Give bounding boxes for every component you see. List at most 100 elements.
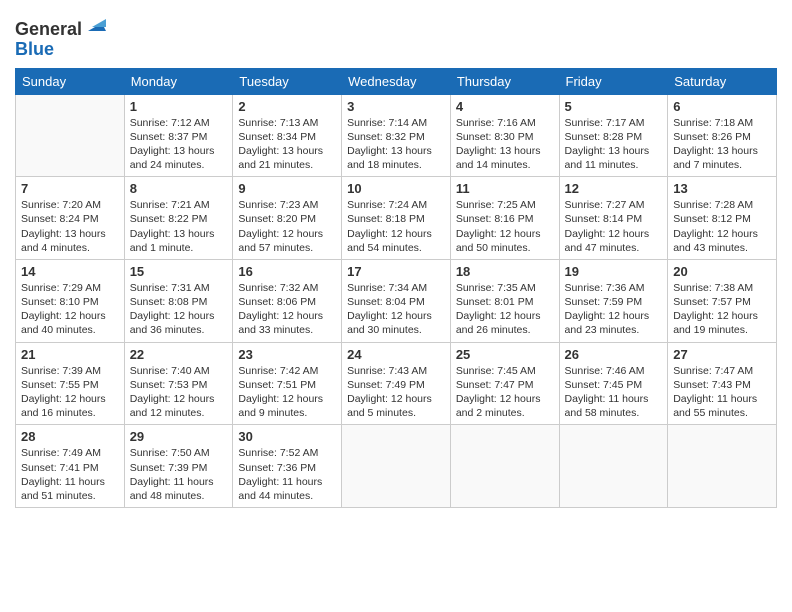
day-number: 11 <box>456 181 554 196</box>
day-number: 19 <box>565 264 663 279</box>
day-info: Sunrise: 7:32 AMSunset: 8:06 PMDaylight:… <box>238 281 336 338</box>
page-header: GeneralBlue <box>15 10 777 60</box>
day-info: Sunrise: 7:14 AMSunset: 8:32 PMDaylight:… <box>347 116 445 173</box>
calendar-cell: 26 Sunrise: 7:46 AMSunset: 7:45 PMDayligh… <box>559 342 668 425</box>
day-number: 26 <box>565 347 663 362</box>
calendar-cell: 29 Sunrise: 7:50 AMSunset: 7:39 PMDayligh… <box>124 425 233 508</box>
day-info: Sunrise: 7:18 AMSunset: 8:26 PMDaylight:… <box>673 116 771 173</box>
calendar-cell <box>559 425 668 508</box>
day-number: 18 <box>456 264 554 279</box>
day-info: Sunrise: 7:27 AMSunset: 8:14 PMDaylight:… <box>565 198 663 255</box>
calendar-cell: 16Sunrise: 7:32 AMSunset: 8:06 PMDayligh… <box>233 259 342 342</box>
col-header-saturday: Saturday <box>668 68 777 94</box>
day-info: Sunrise: 7:25 AMSunset: 8:16 PMDaylight:… <box>456 198 554 255</box>
calendar-cell: 17 Sunrise: 7:34 AMSunset: 8:04 PMDayligh… <box>342 259 451 342</box>
logo-blue: Blue <box>15 39 54 59</box>
day-info: Sunrise: 7:38 AMSunset: 7:57 PMDaylight:… <box>673 281 771 338</box>
calendar-cell <box>342 425 451 508</box>
col-header-tuesday: Tuesday <box>233 68 342 94</box>
day-number: 14 <box>21 264 119 279</box>
day-number: 23 <box>238 347 336 362</box>
calendar-week-4: 21 Sunrise: 7:39 AMSunset: 7:55 PMDayligh… <box>16 342 777 425</box>
day-number: 27 <box>673 347 771 362</box>
day-info: Sunrise: 7:24 AMSunset: 8:18 PMDaylight:… <box>347 198 445 255</box>
calendar-table: SundayMondayTuesdayWednesdayThursdayFrid… <box>15 68 777 508</box>
day-info: Sunrise: 7:39 AMSunset: 7:55 PMDaylight:… <box>21 364 119 421</box>
calendar-cell <box>668 425 777 508</box>
day-info: Sunrise: 7:35 AMSunset: 8:01 PMDaylight:… <box>456 281 554 338</box>
calendar-cell: 21 Sunrise: 7:39 AMSunset: 7:55 PMDayligh… <box>16 342 125 425</box>
calendar-cell: 10 Sunrise: 7:24 AMSunset: 8:18 PMDayligh… <box>342 177 451 260</box>
day-info: Sunrise: 7:34 AMSunset: 8:04 PMDaylight:… <box>347 281 445 338</box>
day-info: Sunrise: 7:52 AMSunset: 7:36 PMDaylight:… <box>238 446 336 503</box>
day-info: Sunrise: 7:17 AMSunset: 8:28 PMDaylight:… <box>565 116 663 173</box>
calendar-cell: 4Sunrise: 7:16 AMSunset: 8:30 PMDaylight… <box>450 94 559 177</box>
calendar-cell <box>16 94 125 177</box>
calendar-cell: 23 Sunrise: 7:42 AMSunset: 7:51 PMDayligh… <box>233 342 342 425</box>
day-number: 24 <box>347 347 445 362</box>
day-info: Sunrise: 7:12 AMSunset: 8:37 PMDaylight:… <box>130 116 228 173</box>
calendar-cell: 24 Sunrise: 7:43 AMSunset: 7:49 PMDayligh… <box>342 342 451 425</box>
day-number: 8 <box>130 181 228 196</box>
day-info: Sunrise: 7:46 AMSunset: 7:45 PMDaylight:… <box>565 364 663 421</box>
day-number: 28 <box>21 429 119 444</box>
day-info: Sunrise: 7:42 AMSunset: 7:51 PMDaylight:… <box>238 364 336 421</box>
calendar-cell: 11 Sunrise: 7:25 AMSunset: 8:16 PMDayligh… <box>450 177 559 260</box>
day-info: Sunrise: 7:20 AMSunset: 8:24 PMDaylight:… <box>21 198 119 255</box>
day-number: 20 <box>673 264 771 279</box>
calendar-week-1: 1 Sunrise: 7:12 AMSunset: 8:37 PMDaylight… <box>16 94 777 177</box>
logo-general: General <box>15 19 82 39</box>
logo-icon <box>84 13 106 35</box>
calendar-cell: 14 Sunrise: 7:29 AMSunset: 8:10 PMDayligh… <box>16 259 125 342</box>
calendar-cell: 13Sunrise: 7:28 AMSunset: 8:12 PMDayligh… <box>668 177 777 260</box>
col-header-thursday: Thursday <box>450 68 559 94</box>
day-number: 2 <box>238 99 336 114</box>
col-header-sunday: Sunday <box>16 68 125 94</box>
calendar-cell: 5 Sunrise: 7:17 AMSunset: 8:28 PMDaylight… <box>559 94 668 177</box>
calendar-cell: 2 Sunrise: 7:13 AMSunset: 8:34 PMDaylight… <box>233 94 342 177</box>
logo: GeneralBlue <box>15 15 106 60</box>
day-info: Sunrise: 7:23 AMSunset: 8:20 PMDaylight:… <box>238 198 336 255</box>
col-header-friday: Friday <box>559 68 668 94</box>
day-number: 5 <box>565 99 663 114</box>
day-number: 6 <box>673 99 771 114</box>
calendar-cell: 12 Sunrise: 7:27 AMSunset: 8:14 PMDayligh… <box>559 177 668 260</box>
day-number: 7 <box>21 181 119 196</box>
day-number: 10 <box>347 181 445 196</box>
calendar-cell: 8 Sunrise: 7:21 AMSunset: 8:22 PMDaylight… <box>124 177 233 260</box>
day-number: 12 <box>565 181 663 196</box>
day-number: 4 <box>456 99 554 114</box>
calendar-cell: 27 Sunrise: 7:47 AMSunset: 7:43 PMDayligh… <box>668 342 777 425</box>
calendar-cell: 28 Sunrise: 7:49 AMSunset: 7:41 PMDayligh… <box>16 425 125 508</box>
calendar-cell: 25Sunrise: 7:45 AMSunset: 7:47 PMDayligh… <box>450 342 559 425</box>
day-info: Sunrise: 7:47 AMSunset: 7:43 PMDaylight:… <box>673 364 771 421</box>
calendar-cell: 7 Sunrise: 7:20 AMSunset: 8:24 PMDaylight… <box>16 177 125 260</box>
day-number: 21 <box>21 347 119 362</box>
day-number: 25 <box>456 347 554 362</box>
day-info: Sunrise: 7:21 AMSunset: 8:22 PMDaylight:… <box>130 198 228 255</box>
calendar-cell: 9Sunrise: 7:23 AMSunset: 8:20 PMDaylight… <box>233 177 342 260</box>
day-info: Sunrise: 7:28 AMSunset: 8:12 PMDaylight:… <box>673 198 771 255</box>
calendar-cell: 19 Sunrise: 7:36 AMSunset: 7:59 PMDayligh… <box>559 259 668 342</box>
calendar-cell: 6 Sunrise: 7:18 AMSunset: 8:26 PMDaylight… <box>668 94 777 177</box>
day-info: Sunrise: 7:43 AMSunset: 7:49 PMDaylight:… <box>347 364 445 421</box>
calendar-cell: 3Sunrise: 7:14 AMSunset: 8:32 PMDaylight… <box>342 94 451 177</box>
day-number: 30 <box>238 429 336 444</box>
col-header-monday: Monday <box>124 68 233 94</box>
calendar-cell: 18 Sunrise: 7:35 AMSunset: 8:01 PMDayligh… <box>450 259 559 342</box>
day-info: Sunrise: 7:13 AMSunset: 8:34 PMDaylight:… <box>238 116 336 173</box>
day-number: 1 <box>130 99 228 114</box>
calendar-week-2: 7 Sunrise: 7:20 AMSunset: 8:24 PMDaylight… <box>16 177 777 260</box>
day-number: 29 <box>130 429 228 444</box>
day-info: Sunrise: 7:40 AMSunset: 7:53 PMDaylight:… <box>130 364 228 421</box>
day-number: 17 <box>347 264 445 279</box>
day-info: Sunrise: 7:29 AMSunset: 8:10 PMDaylight:… <box>21 281 119 338</box>
calendar-cell: 30 Sunrise: 7:52 AMSunset: 7:36 PMDayligh… <box>233 425 342 508</box>
day-info: Sunrise: 7:50 AMSunset: 7:39 PMDaylight:… <box>130 446 228 503</box>
day-info: Sunrise: 7:49 AMSunset: 7:41 PMDaylight:… <box>21 446 119 503</box>
calendar-cell: 1 Sunrise: 7:12 AMSunset: 8:37 PMDaylight… <box>124 94 233 177</box>
calendar-cell: 15Sunrise: 7:31 AMSunset: 8:08 PMDayligh… <box>124 259 233 342</box>
day-number: 15 <box>130 264 228 279</box>
logo-text: GeneralBlue <box>15 15 106 60</box>
day-info: Sunrise: 7:36 AMSunset: 7:59 PMDaylight:… <box>565 281 663 338</box>
